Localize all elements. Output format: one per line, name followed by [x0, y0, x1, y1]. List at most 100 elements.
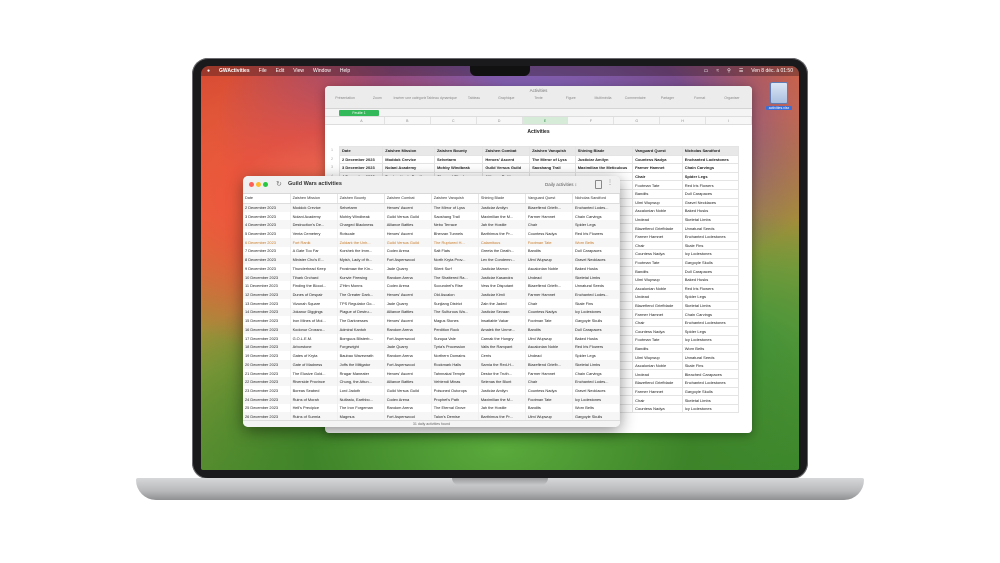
column-header[interactable]: D — [477, 117, 523, 124]
column-header[interactable]: Nicholas Sandford — [572, 194, 620, 204]
table-cell[interactable]: Enchanted Lodestones — [681, 317, 740, 328]
table-cell[interactable]: Blazefiend Griefblade — [632, 378, 683, 388]
table-cell[interactable]: Chain Carvings — [681, 309, 740, 319]
table-row[interactable]: 13 December 2023 Vizunah Square TPS Regula… — [243, 298, 620, 308]
table-row[interactable]: 17 December 2023 G.O.L.E.M. Borrguus Blist… — [243, 333, 620, 343]
zoom-icon[interactable] — [263, 182, 268, 187]
table-cell[interactable]: Blazefiend Griefblade — [632, 300, 683, 311]
table-row[interactable]: 19 December 2023 Gates of Kryta Baubao Wav… — [243, 351, 620, 360]
column-header[interactable]: E — [522, 117, 569, 124]
table-cell[interactable]: Ascalonian Noble — [632, 206, 683, 216]
table-row[interactable]: 23 December 2023 Boreas Seabed Lord Jadoth… — [243, 386, 620, 395]
control-center-icon[interactable]: ☰ — [739, 68, 743, 74]
table-cell[interactable]: Skeletal Limbs — [681, 300, 740, 311]
table-cell[interactable]: Undead — [632, 214, 683, 225]
table-cell[interactable]: Red Iris Flowers — [681, 180, 740, 190]
table-cell[interactable]: Skale Fins — [681, 360, 740, 371]
table-cell[interactable]: Farmer Hamnet — [632, 309, 683, 319]
table-cell[interactable]: Chair — [632, 317, 683, 328]
table-cell[interactable]: Bandits — [632, 343, 683, 354]
desktop-file[interactable]: activities.xlsx — [766, 82, 792, 110]
menu-help[interactable]: Help — [340, 68, 350, 74]
table-cell[interactable]: Ulmi Wupwup — [632, 274, 683, 285]
header-cell[interactable]: Zaishen Bounty — [433, 146, 484, 156]
column-header[interactable]: Shining Blade — [478, 194, 526, 204]
toolbar-button[interactable]: Tableau — [458, 96, 490, 100]
table-cell[interactable]: Blazefiend Griefblade — [632, 223, 683, 233]
table-row[interactable]: 6 December 2023 Fort Ranik Zoldark the Unh… — [243, 237, 620, 247]
table-cell[interactable]: Icy Lodestones — [681, 403, 740, 414]
refresh-icon[interactable]: ↻ — [276, 180, 282, 190]
table-cell[interactable]: Farmer Hamnet — [632, 231, 683, 242]
table-cell[interactable]: Gargoyle Skulls — [681, 257, 740, 268]
table-cell[interactable]: Guild Versus Guild — [482, 163, 531, 173]
toolbar-button[interactable]: Insérer une catégorie — [393, 96, 425, 100]
table-cell[interactable]: Dull Carapaces — [681, 266, 740, 276]
table-cell[interactable]: Baked Husks — [681, 274, 740, 285]
column-header[interactable]: B — [385, 117, 431, 124]
table-cell[interactable]: Skale Fins — [681, 240, 740, 251]
minimize-icon[interactable] — [256, 182, 261, 187]
menu-file[interactable]: File — [259, 68, 267, 74]
table-cell[interactable]: Chair — [632, 395, 683, 405]
toolbar-button[interactable]: Organiser — [716, 96, 748, 100]
menu-clock[interactable]: Ven 8 déc. à 01:50 — [751, 68, 793, 74]
table-cell[interactable]: Bandits — [632, 266, 683, 276]
table-row[interactable]: 8 December 2023 Minister Cho's E... Myish,… — [243, 255, 620, 265]
table-cell[interactable]: 2 December 2023 — [338, 154, 384, 165]
table-cell[interactable]: Heroes' Ascent — [482, 154, 531, 165]
toolbar-button[interactable]: Format — [684, 96, 716, 100]
table-cell[interactable]: Countess Nadya — [632, 403, 683, 414]
menu-edit[interactable]: Edit — [276, 68, 285, 74]
table-cell[interactable]: Chain Carvings — [681, 163, 740, 173]
table-cell[interactable]: Ulmi Wupwup — [632, 197, 683, 208]
table-cell[interactable]: Countess Nadya — [632, 249, 683, 259]
table-cell[interactable]: Footman Tate — [632, 180, 683, 190]
toolbar-button[interactable]: Commentaire — [619, 96, 651, 100]
table-cell[interactable]: Justiciar Amilyn — [574, 154, 634, 165]
table-cell[interactable]: Spider Legs — [681, 171, 740, 182]
table-row[interactable]: 10 December 2023 Tihark Orchard Kunvie Fir… — [243, 272, 620, 282]
table-cell[interactable]: Farmer Hamnet — [632, 386, 683, 397]
table-row[interactable]: 2 December 2023 Moddok Crevice Selvetarm He… — [243, 203, 620, 212]
header-cell[interactable]: Vanguard Quest — [632, 146, 683, 156]
column-header[interactable]: F — [568, 117, 615, 124]
column-header[interactable]: Vanguard Quest — [525, 194, 573, 204]
column-header[interactable]: H — [660, 117, 707, 124]
table-cell[interactable]: Countess Nadya — [632, 326, 683, 337]
header-cell[interactable]: Nicholas Sandford — [681, 146, 740, 156]
table-cell[interactable]: Chair — [632, 240, 683, 251]
table-cell[interactable]: Icy Lodestones — [681, 249, 740, 259]
table-cell[interactable]: 3 December 2023 — [338, 163, 384, 173]
table-row[interactable]: 20 December 2023 Gate of Madness Joffs the… — [243, 359, 620, 369]
table-row[interactable]: 22 December 2023 Riverside Province Chung,… — [243, 377, 620, 387]
table-cell[interactable]: Red Iris Flowers — [681, 283, 740, 294]
column-header[interactable]: Zaishen Bounty — [337, 194, 385, 204]
menu-app-name[interactable]: GWActivities — [219, 68, 250, 74]
column-header[interactable]: Zaishen Combat — [384, 194, 432, 204]
table-cell[interactable]: Dull Carapaces — [681, 188, 740, 199]
table-row[interactable]: 5 December 2023 Venta Cemetery Rotscale Her… — [243, 229, 620, 238]
column-header[interactable]: Date — [243, 194, 291, 204]
document-icon[interactable] — [595, 180, 602, 189]
row-number[interactable]: 3 — [327, 163, 337, 172]
header-cell[interactable]: Shining Blade — [574, 146, 634, 156]
toolbar-button[interactable]: Présentation — [329, 96, 361, 100]
wifi-icon[interactable]: ≈ — [716, 68, 719, 74]
header-cell[interactable]: Zaishen Combat — [482, 146, 531, 156]
table-cell[interactable]: Nolani Academy — [382, 163, 435, 173]
table-cell[interactable]: Ascalonian Noble — [632, 283, 683, 294]
battery-icon[interactable]: ▭ — [704, 68, 709, 74]
table-cell[interactable]: Skeletal Limbs — [681, 395, 740, 405]
spreadsheet-file-icon[interactable] — [770, 82, 788, 104]
table-row[interactable]: 21 December 2023 The Elusive Gold... Rraga… — [243, 368, 620, 378]
column-header[interactable]: Zaishen Vanquish — [431, 194, 479, 204]
table-row[interactable]: 9 December 2023 Thunderhead Keep Frostmaw … — [243, 264, 620, 273]
table-cell[interactable]: Unnatural Seeds — [681, 352, 740, 362]
table-cell[interactable]: Enchanted Lodestones — [681, 154, 740, 165]
toolbar-button[interactable]: Zoom — [361, 96, 393, 100]
table-cell[interactable]: Moddok Crevice — [382, 154, 435, 165]
table-cell[interactable]: Baked Husks — [681, 206, 740, 216]
activity-filter-select[interactable]: Daily activities ↕ — [543, 180, 591, 189]
toolbar-button[interactable]: Figure — [555, 96, 587, 100]
